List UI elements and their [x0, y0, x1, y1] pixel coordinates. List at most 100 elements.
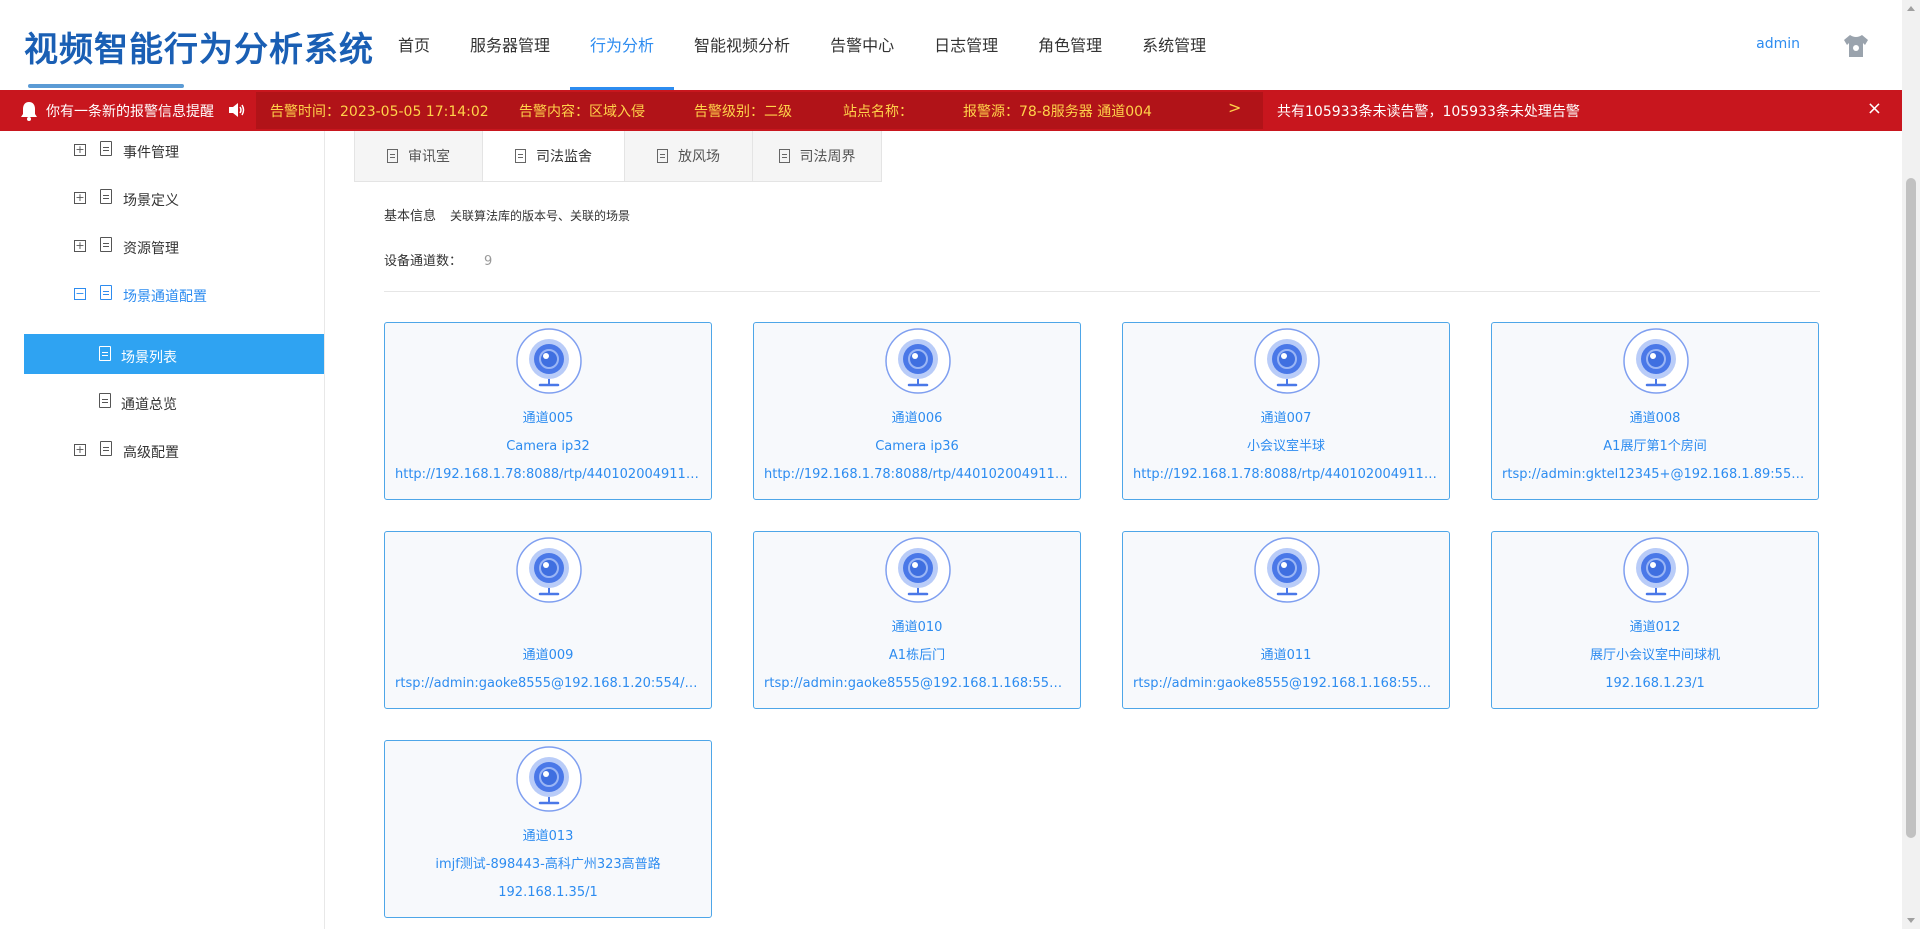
channel-detail-line: 小会议室半球	[1246, 439, 1325, 454]
nav-system-management[interactable]: 系统管理	[1122, 0, 1226, 90]
document-icon	[100, 285, 112, 300]
close-icon[interactable]: ×	[1867, 98, 1882, 119]
next-alert-arrow[interactable]: >	[1228, 98, 1241, 117]
basic-info-label: 基本信息	[384, 209, 437, 224]
sidebar-item-scene-definition[interactable]: + 场景定义	[24, 179, 324, 219]
main-nav: 首页 服务器管理 行为分析 智能视频分析 告警中心 日志管理 角色管理 系统管理	[378, 0, 1226, 90]
collapse-icon[interactable]: −	[74, 288, 86, 300]
channel-detail-line: 展厅小会议室中间球机	[1589, 648, 1720, 663]
tab-label: 审讯室	[408, 149, 450, 165]
basic-info-hint: 关联算法库的版本号、关联的场景	[450, 209, 631, 223]
nav-video-analysis[interactable]: 智能视频分析	[674, 0, 810, 90]
top-header: 视频智能行为分析系统 首页 服务器管理 行为分析 智能视频分析 告警中心 日志管…	[0, 0, 1902, 90]
channel-card[interactable]: 通道006 Camera ip36 http://192.168.1.78:8088…	[753, 322, 1081, 500]
tab-judicial-cell[interactable]: 司法监舍	[483, 131, 625, 181]
nav-server-management[interactable]: 服务器管理	[450, 0, 570, 90]
channel-name: 通道005	[522, 411, 574, 426]
channel-details: 通道006 Camera ip36 http://192.168.1.78:8088…	[754, 405, 1080, 489]
sidebar-item-channel-overview[interactable]: 通道总览	[24, 383, 324, 423]
divider	[384, 291, 1820, 292]
camera-icon	[1254, 537, 1320, 603]
nav-role-management[interactable]: 角色管理	[1018, 0, 1122, 90]
channel-card[interactable]: 通道012 展厅小会议室中间球机 192.168.1.23/1	[1491, 531, 1819, 709]
tab-judicial-perimeter[interactable]: 司法周界	[753, 131, 881, 181]
channel-detail-line: rtsp://admin:gaoke8555@192.168.1.168:554…	[1133, 676, 1444, 691]
channel-card[interactable]: 通道008 A1展厅第1个房间 rtsp://admin:gktel12345+@1…	[1491, 322, 1819, 500]
sidebar-item-scene-list[interactable]: 场景列表	[24, 334, 324, 374]
alert-summary: 共有105933条未读告警，105933条未处理告警	[1277, 104, 1580, 120]
camera-icon	[516, 746, 582, 812]
document-icon	[99, 393, 111, 408]
camera-icon	[885, 328, 951, 394]
channel-count-label: 设备通道数：	[384, 254, 463, 269]
channel-card[interactable]: 通道010 A1栋后门 rtsp://admin:gaoke8555@192.168…	[753, 531, 1081, 709]
channel-details: 通道011 rtsp://admin:gaoke8555@192.168.1.16…	[1123, 642, 1449, 698]
alert-content: 告警内容：区域入侵	[519, 104, 645, 120]
speaker-icon[interactable]	[228, 102, 246, 118]
channel-card[interactable]: 通道009 rtsp://admin:gaoke8555@192.168.1.20…	[384, 531, 712, 709]
expand-icon[interactable]: +	[74, 144, 86, 156]
expand-icon[interactable]: +	[74, 444, 86, 456]
sidebar-item-advanced-config[interactable]: + 高级配置	[24, 431, 324, 471]
channel-detail-line: A1栋后门	[888, 648, 946, 663]
channel-detail-line: http://192.168.1.78:8088/rtp/44010200491…	[1133, 467, 1445, 482]
title-underline	[28, 84, 184, 88]
user-name-link[interactable]: admin	[1756, 36, 1800, 52]
channel-name: 通道012	[1629, 620, 1681, 635]
tab-label: 司法监舍	[536, 149, 592, 165]
expand-icon[interactable]: +	[74, 192, 86, 204]
scroll-up-arrow[interactable]	[1907, 6, 1915, 11]
channel-name: 通道006	[891, 411, 943, 426]
sidebar-item-label: 场景定义	[123, 193, 179, 209]
bell-icon	[21, 102, 37, 121]
scene-tabs: 审讯室 司法监舍 放风场 司法周界	[354, 131, 882, 182]
document-icon	[778, 149, 790, 163]
sidebar-item-label: 通道总览	[121, 397, 177, 413]
scrollbar-thumb[interactable]	[1906, 178, 1916, 838]
document-icon	[100, 141, 112, 156]
channel-name: 通道007	[1260, 411, 1312, 426]
sidebar-tree: + 事件管理 + 场景定义 + 资源管理 − 场景通道配置 场景列表 通道总览 …	[24, 131, 325, 929]
channel-detail-line: 192.168.1.23/1	[1605, 676, 1705, 691]
channel-card[interactable]: 通道011 rtsp://admin:gaoke8555@192.168.1.16…	[1122, 531, 1450, 709]
sidebar-item-label: 场景列表	[121, 350, 177, 366]
document-icon	[657, 149, 668, 163]
channel-card[interactable]: 通道007 小会议室半球 http://192.168.1.78:8088/rtp/…	[1122, 322, 1450, 500]
channel-details: 通道010 A1栋后门 rtsp://admin:gaoke8555@192.168…	[754, 614, 1080, 698]
app-title: 视频智能行为分析系统	[24, 30, 374, 70]
scroll-down-arrow[interactable]	[1907, 918, 1915, 923]
nav-alarm-center[interactable]: 告警中心	[810, 0, 914, 90]
nav-home[interactable]: 首页	[378, 0, 450, 90]
nav-behavior-analysis[interactable]: 行为分析	[570, 0, 675, 90]
camera-icon	[885, 537, 951, 603]
camera-icon	[1623, 328, 1689, 394]
expand-icon[interactable]: +	[74, 240, 86, 252]
basic-info: 基本信息 关联算法库的版本号、关联的场景	[384, 205, 630, 224]
tab-interrogation-room[interactable]: 审讯室	[355, 131, 483, 181]
channel-card[interactable]: 通道013 imjf测试-898443-高科广州323高普路 192.168.1.3…	[384, 740, 712, 918]
sidebar-item-scene-channel-config[interactable]: − 场景通道配置	[24, 275, 324, 315]
channel-count-value: 9	[484, 254, 493, 269]
tshirt-icon[interactable]	[1840, 30, 1872, 62]
latest-alert[interactable]: 告警时间：2023-05-05 17:14:02 告警内容：区域入侵 告警级别：…	[256, 92, 1263, 129]
camera-icon	[516, 537, 582, 603]
channel-details: 通道005 Camera ip32 http://192.168.1.78:8088…	[385, 405, 711, 489]
alert-notice: 你有一条新的报警信息提醒	[46, 104, 214, 120]
camera-icon	[516, 328, 582, 394]
tab-exercise-yard[interactable]: 放风场	[625, 131, 753, 181]
document-icon	[387, 149, 398, 163]
channel-detail-line: Camera ip32	[506, 439, 590, 454]
sidebar-item-event-management[interactable]: + 事件管理	[24, 131, 324, 171]
channel-detail-line: A1展厅第1个房间	[1603, 439, 1707, 454]
page-scrollbar[interactable]	[1902, 0, 1920, 929]
document-icon	[100, 237, 112, 252]
channel-details: 通道007 小会议室半球 http://192.168.1.78:8088/rtp/…	[1123, 405, 1449, 489]
channel-detail-line: rtsp://admin:gaoke8555@192.168.1.20:554/…	[395, 676, 706, 691]
sidebar-item-resource-management[interactable]: + 资源管理	[24, 227, 324, 267]
channel-detail-line: rtsp://admin:gktel12345+@192.168.1.89:55…	[1502, 467, 1817, 482]
nav-log-management[interactable]: 日志管理	[914, 0, 1018, 90]
sidebar-item-label: 场景通道配置	[123, 289, 207, 305]
channel-name: 通道013	[522, 829, 574, 844]
channel-card[interactable]: 通道005 Camera ip32 http://192.168.1.78:8088…	[384, 322, 712, 500]
channel-detail-line: http://192.168.1.78:8088/rtp/44010200491…	[395, 467, 707, 482]
